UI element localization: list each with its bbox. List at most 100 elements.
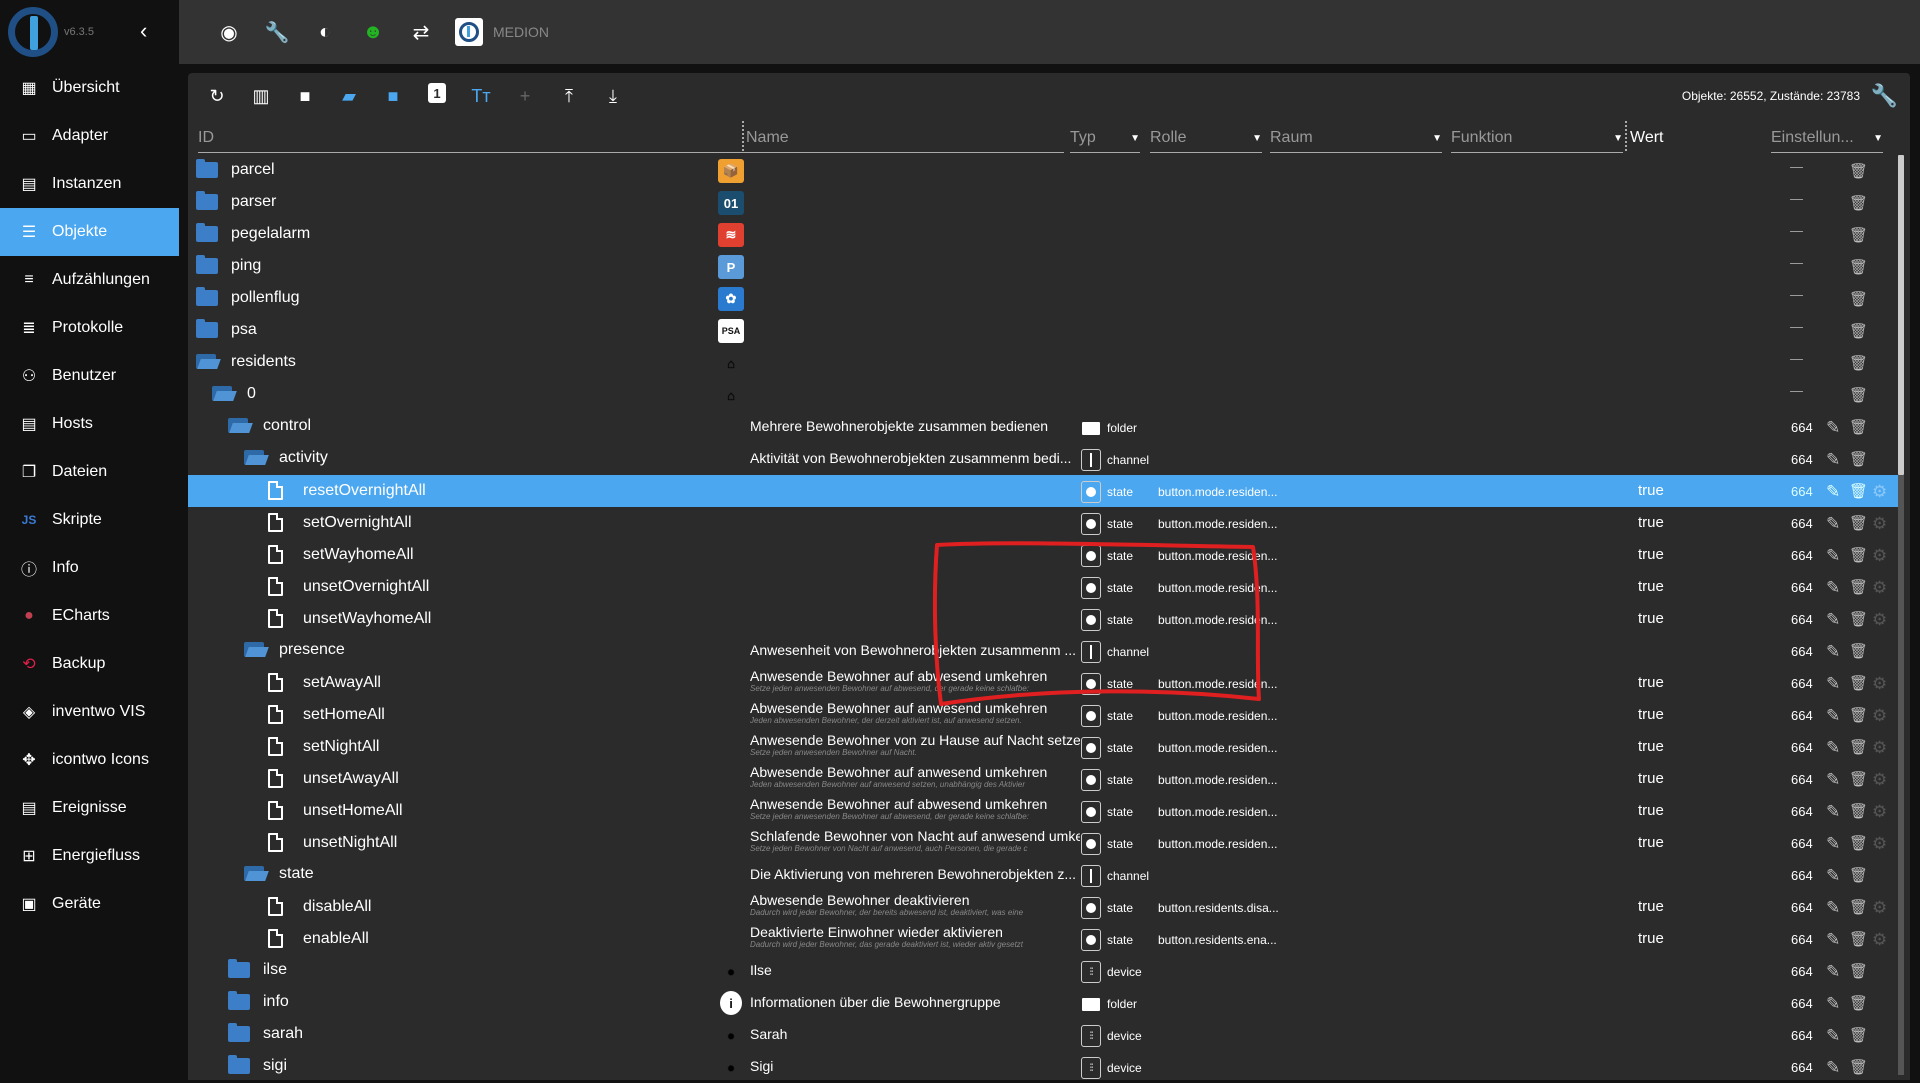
sidebar-item-icontwo-icons[interactable]: ✥ icontwo Icons — [0, 736, 179, 784]
id-cell[interactable]: setAwayAll — [268, 673, 381, 692]
download-button[interactable]: ⤓ — [600, 83, 626, 109]
refresh-button[interactable]: ↻ — [204, 83, 230, 109]
table-row[interactable]: unsetOvernightAll state button.mode.reside… — [188, 571, 1900, 603]
table-row[interactable]: ilse ● Ilse ⫶⫶ device 664 ✎ 🗑 — [188, 955, 1900, 987]
edit-icon[interactable]: ✎ — [1826, 994, 1840, 1014]
delete-icon[interactable]: 🗑 — [1849, 706, 1868, 724]
brightness-icon[interactable]: ◐ — [311, 18, 339, 46]
gear-icon[interactable]: ⚙ — [1872, 770, 1887, 790]
sidebar-item-benutzer[interactable]: ⚇ Benutzer — [0, 352, 179, 400]
id-cell[interactable]: state — [244, 865, 314, 883]
iobroker-logo[interactable] — [8, 7, 58, 57]
table-row[interactable]: setWayhomeAll state button.mode.residen...… — [188, 539, 1900, 571]
file-icon[interactable] — [268, 833, 283, 852]
edit-icon[interactable]: ✎ — [1826, 770, 1840, 790]
column-role-filter[interactable]: Rolle ▼ — [1150, 127, 1262, 153]
wrench-icon[interactable]: 🔧 — [263, 18, 291, 46]
file-icon[interactable] — [268, 513, 283, 532]
folder-icon[interactable] — [196, 159, 218, 178]
table-row[interactable]: residents ⌂ — 🗑 — [188, 347, 1900, 379]
delete-icon[interactable]: 🗑 — [1849, 354, 1868, 372]
edit-icon[interactable]: ✎ — [1826, 450, 1840, 470]
file-icon[interactable] — [268, 609, 283, 628]
delete-icon[interactable]: 🗑 — [1849, 578, 1868, 596]
value-cell[interactable]: true — [1638, 930, 1664, 947]
id-cell[interactable]: sarah — [228, 1023, 303, 1043]
folder-icon[interactable] — [228, 1055, 250, 1074]
value-cell[interactable]: true — [1638, 706, 1664, 723]
column-id[interactable]: ID — [198, 127, 753, 153]
sidebar-item-hosts[interactable]: ▤ Hosts — [0, 400, 179, 448]
edit-icon[interactable]: ✎ — [1826, 482, 1840, 502]
edit-icon[interactable]: ✎ — [1826, 706, 1840, 726]
table-row[interactable]: presence Anwesenheit von Bewohnerobjekten… — [188, 635, 1900, 667]
id-cell[interactable]: pegelalarm — [196, 223, 310, 243]
folder-open-icon[interactable] — [196, 354, 218, 370]
delete-icon[interactable]: 🗑 — [1849, 1026, 1868, 1044]
table-row[interactable]: setAwayAll Anwesende Bewohner auf abwesen… — [188, 667, 1900, 699]
sidebar-item-energiefluss[interactable]: ⊞ Energiefluss — [0, 832, 179, 880]
file-icon[interactable] — [268, 897, 283, 916]
table-row[interactable]: unsetWayhomeAll state button.mode.residen.… — [188, 603, 1900, 635]
id-cell[interactable]: ilse — [228, 959, 287, 979]
table-row[interactable]: setOvernightAll state button.mode.residen.… — [188, 507, 1900, 539]
sidebar-item-echarts[interactable]: ● ECharts — [0, 592, 179, 640]
folder-open-icon[interactable] — [244, 450, 266, 466]
value-cell[interactable]: true — [1638, 802, 1664, 819]
id-cell[interactable]: setOvernightAll — [268, 513, 412, 532]
table-row[interactable]: enableAll Deaktivierte Einwohner wieder a… — [188, 923, 1900, 955]
edit-icon[interactable]: ✎ — [1826, 834, 1840, 854]
id-cell[interactable]: activity — [244, 449, 328, 467]
column-type-filter[interactable]: Typ ▼ — [1070, 127, 1140, 153]
edit-icon[interactable]: ✎ — [1826, 642, 1840, 662]
value-cell[interactable]: true — [1638, 610, 1664, 627]
value-cell[interactable]: true — [1638, 482, 1664, 499]
sidebar-item-dateien[interactable]: ❐ Dateien — [0, 448, 179, 496]
delete-icon[interactable]: 🗑 — [1849, 162, 1868, 180]
id-cell[interactable]: residents — [196, 353, 296, 371]
folder-open-icon[interactable] — [244, 642, 266, 658]
table-row[interactable]: sarah ● Sarah ⫶⫶ device 664 ✎ 🗑 — [188, 1019, 1900, 1051]
table-row[interactable]: 0 ⌂ — 🗑 — [188, 379, 1900, 411]
folder-icon[interactable] — [228, 991, 250, 1010]
gear-icon[interactable]: ⚙ — [1872, 578, 1887, 598]
delete-icon[interactable]: 🗑 — [1849, 962, 1868, 980]
id-cell[interactable]: enableAll — [268, 929, 369, 948]
folder-open-icon[interactable] — [212, 386, 234, 402]
delete-icon[interactable]: 🗑 — [1849, 322, 1868, 340]
delete-icon[interactable]: 🗑 — [1849, 994, 1868, 1012]
edit-icon[interactable]: ✎ — [1826, 930, 1840, 950]
sidebar-item-ereignisse[interactable]: ▤ Ereignisse — [0, 784, 179, 832]
column-settings-filter[interactable]: Einstellun... ▼ — [1771, 127, 1883, 153]
expand-level-button[interactable]: 1 — [428, 83, 446, 103]
table-row[interactable]: unsetNightAll Schlafende Bewohner von Nac… — [188, 827, 1900, 859]
id-cell[interactable]: parser — [196, 191, 276, 211]
delete-icon[interactable]: 🗑 — [1849, 610, 1868, 628]
column-name[interactable]: Name — [746, 127, 1064, 153]
column-value[interactable]: Wert — [1630, 127, 1710, 153]
text-size-button[interactable]: Tт — [468, 83, 494, 109]
value-cell[interactable]: true — [1638, 578, 1664, 595]
id-cell[interactable]: resetOvernightAll — [268, 481, 426, 500]
delete-icon[interactable]: 🗑 — [1849, 450, 1868, 468]
scrollbar-thumb[interactable] — [1898, 155, 1904, 475]
delete-icon[interactable]: 🗑 — [1849, 866, 1868, 884]
table-row[interactable]: setHomeAll Abwesende Bewohner auf anwesen… — [188, 699, 1900, 731]
column-resizer[interactable] — [1625, 121, 1627, 151]
sidebar-item-adapter[interactable]: ▭ Adapter — [0, 112, 179, 160]
edit-icon[interactable]: ✎ — [1826, 546, 1840, 566]
gear-icon[interactable]: ⚙ — [1872, 514, 1887, 534]
column-function-filter[interactable]: Funktion ▼ — [1451, 127, 1623, 153]
sidebar-item-inventwo-vis[interactable]: ◈ inventwo VIS — [0, 688, 179, 736]
value-cell[interactable]: true — [1638, 674, 1664, 691]
gear-icon[interactable]: ⚙ — [1872, 834, 1887, 854]
id-cell[interactable]: ping — [196, 255, 261, 275]
delete-icon[interactable]: 🗑 — [1849, 514, 1868, 532]
sidebar-item-skripte[interactable]: JS Skripte — [0, 496, 179, 544]
table-row[interactable]: unsetHomeAll Anwesende Bewohner auf abwes… — [188, 795, 1900, 827]
table-row[interactable]: pegelalarm ≋ — 🗑 — [188, 219, 1900, 251]
folder-open-icon[interactable] — [228, 418, 250, 434]
delete-icon[interactable]: 🗑 — [1849, 1058, 1868, 1076]
id-cell[interactable]: control — [228, 417, 311, 435]
scrollbar-track[interactable] — [1898, 475, 1904, 1075]
